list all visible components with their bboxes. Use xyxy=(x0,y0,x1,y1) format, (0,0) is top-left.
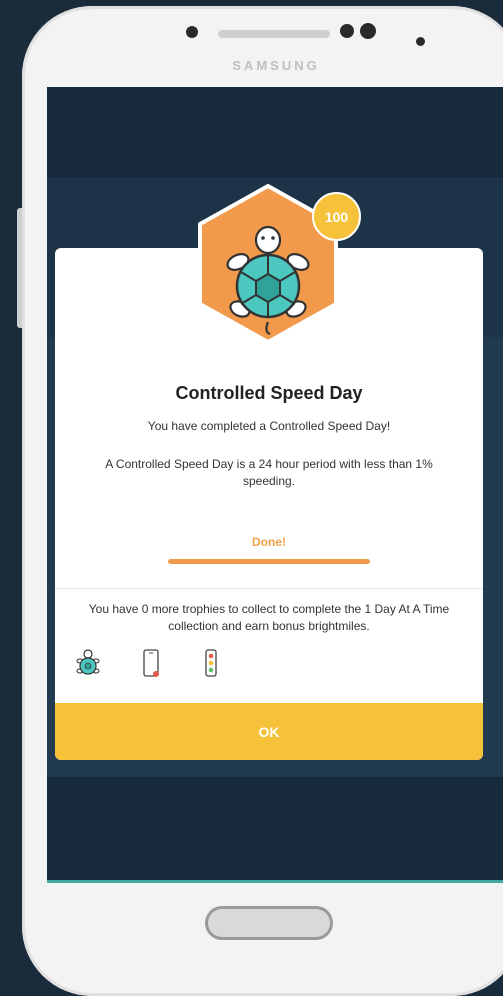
ok-button[interactable]: OK xyxy=(55,703,483,760)
camera-icon xyxy=(340,24,354,38)
phone-brand-logo: SAMSUNG xyxy=(232,58,320,73)
phone-speaker xyxy=(218,30,330,38)
camera-icon xyxy=(360,23,376,39)
divider xyxy=(55,588,483,589)
home-button[interactable] xyxy=(205,906,333,940)
phone-icon xyxy=(143,649,159,677)
turtle-icon xyxy=(76,649,100,675)
screen-bottom-accent xyxy=(47,880,503,883)
sensor-icon xyxy=(416,37,425,46)
dialog-subtitle: You have completed a Controlled Speed Da… xyxy=(147,419,391,433)
collection-text: You have 0 more trophies to collect to c… xyxy=(88,602,450,633)
done-label: Done! xyxy=(252,535,286,549)
points-badge: 100 xyxy=(312,192,361,241)
front-sensor-icon xyxy=(186,26,198,38)
dialog-title: Controlled Speed Day xyxy=(175,383,363,403)
traffic-light-icon xyxy=(205,649,217,677)
progress-bar xyxy=(168,559,370,564)
dialog-description: A Controlled Speed Day is a 24 hour peri… xyxy=(105,457,433,488)
